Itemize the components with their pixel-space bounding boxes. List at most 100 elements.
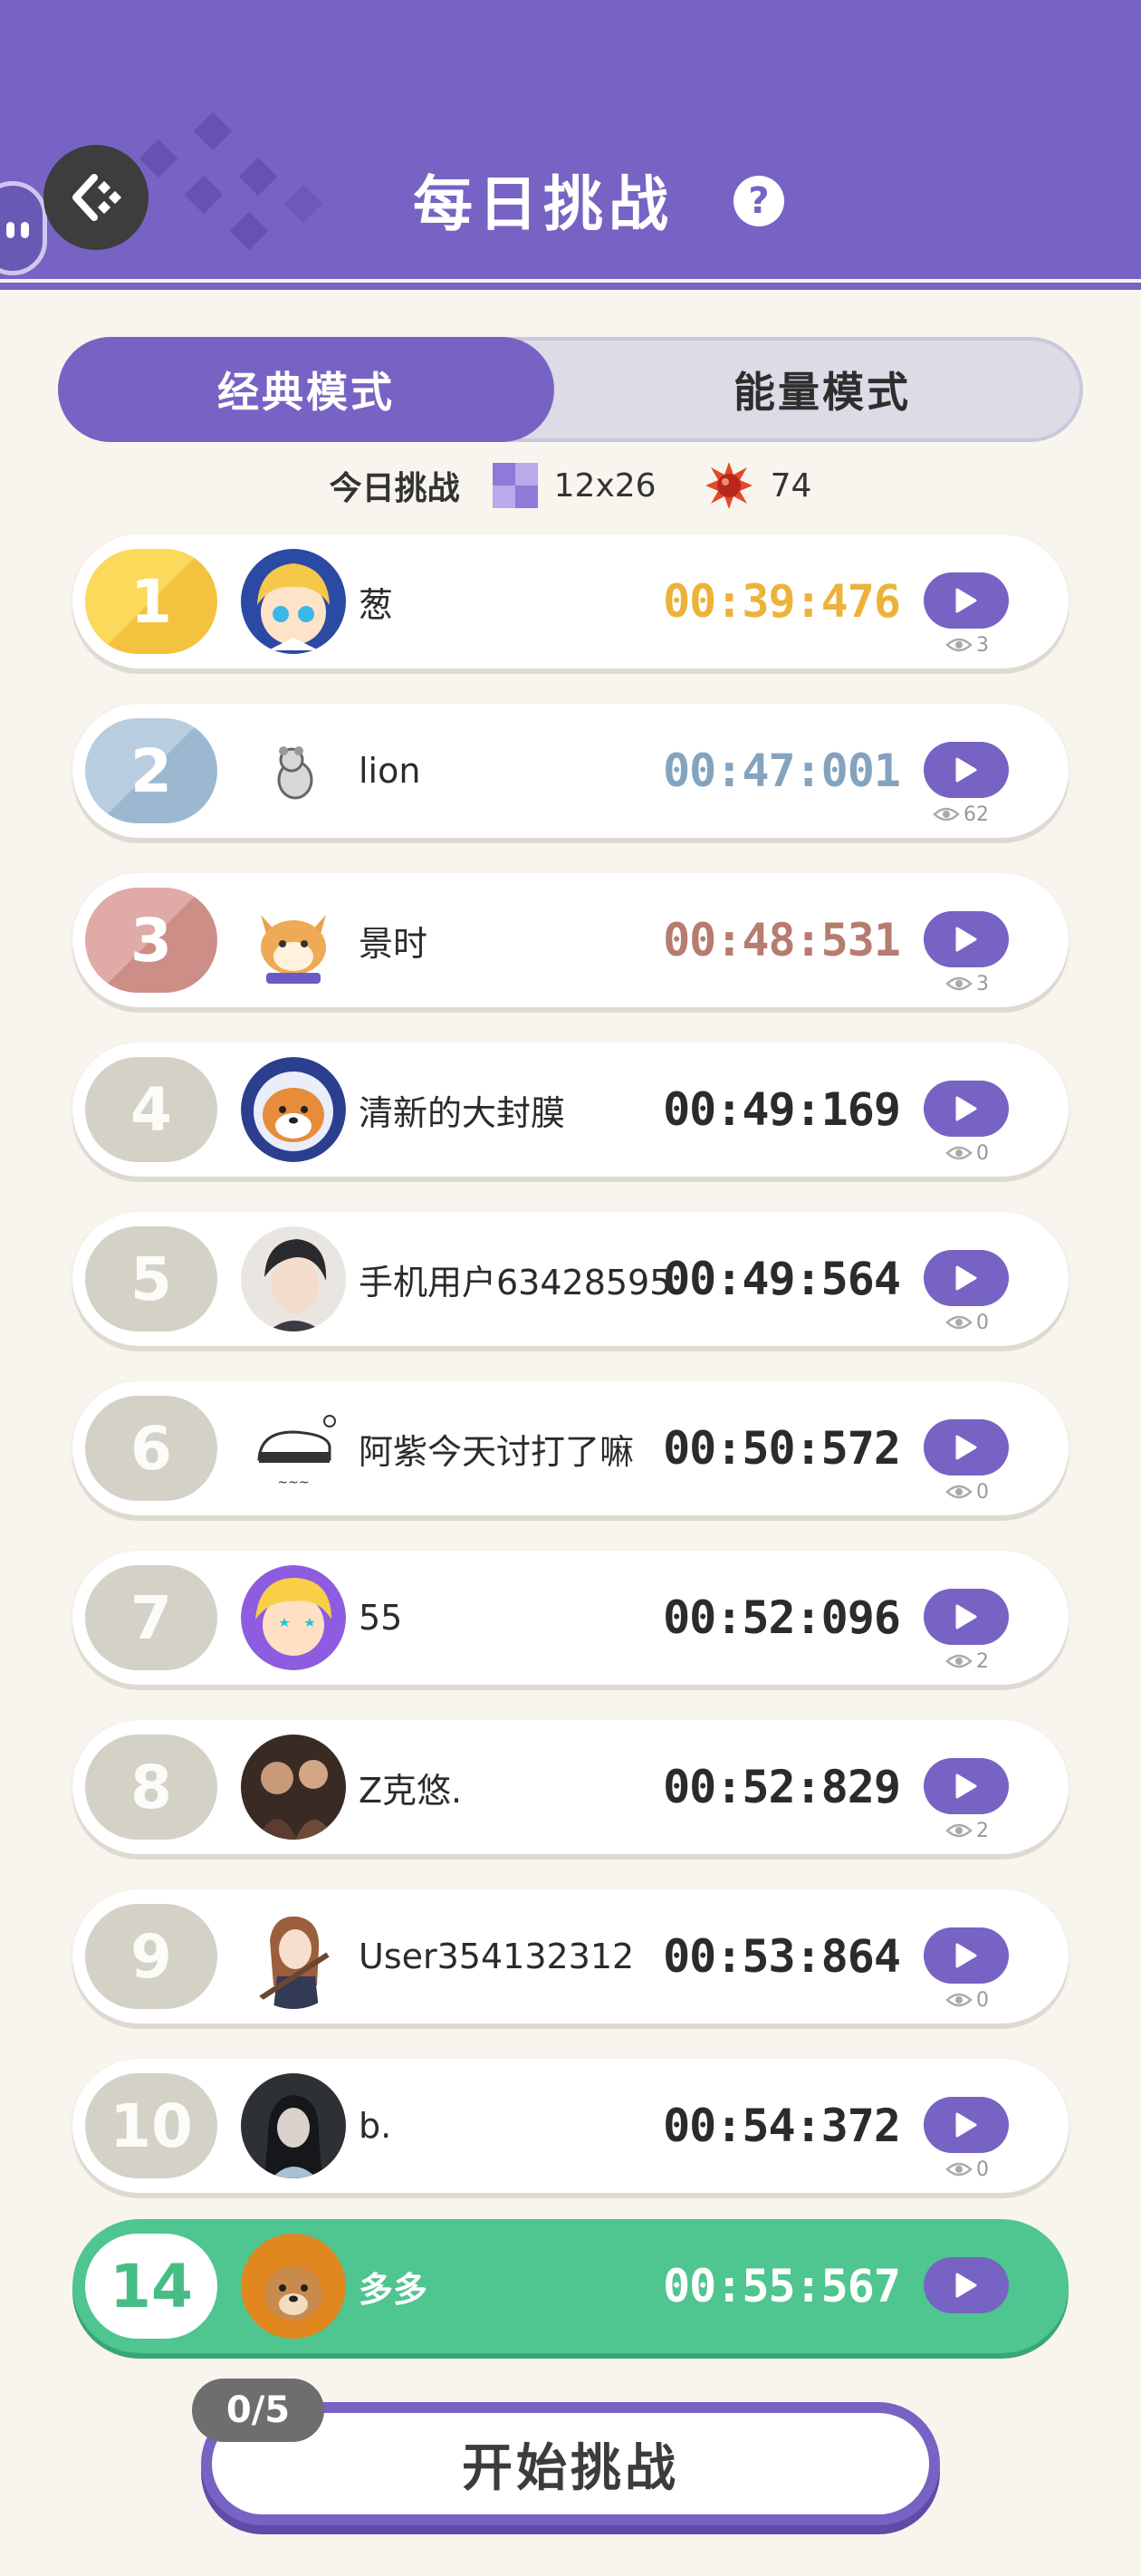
finish-time: 00:52:829 <box>663 1761 901 1813</box>
rank-badge: 3 <box>85 888 217 993</box>
tab-energy-mode[interactable]: 能量模式 <box>558 337 1087 442</box>
play-icon <box>955 1943 977 1968</box>
rank-badge: 5 <box>85 1226 217 1331</box>
avatar <box>241 1226 346 1331</box>
eye-icon <box>945 2162 973 2177</box>
view-count: 0 <box>945 1987 989 2013</box>
finish-time: 00:53:864 <box>663 1930 901 1983</box>
avatar <box>241 2234 346 2339</box>
eye-icon <box>945 1993 973 2007</box>
avatar <box>241 2073 346 2178</box>
leaderboard-row[interactable]: 3 景时 00:48:531 3 <box>72 873 1069 1007</box>
eye-icon <box>945 976 973 991</box>
player-name: 多多 <box>359 2269 428 2310</box>
leaderboard-row[interactable]: 5 手机用户63428595 00:49:564 0 <box>72 1212 1069 1346</box>
play-icon <box>955 1604 977 1629</box>
avatar: ~~~ <box>241 1396 346 1501</box>
today-challenge-info: 今日挑战 12x26 74 <box>0 457 1141 514</box>
view-count: 0 <box>945 1479 989 1504</box>
leaderboard-row[interactable]: 6 ~~~ 阿紫今天讨打了嘛 00:50:572 0 <box>72 1381 1069 1515</box>
header-bar: 每日挑战 ? <box>0 0 1141 279</box>
view-count: 0 <box>945 1140 989 1166</box>
leaderboard-row[interactable]: 9 User354132312 00:53:864 0 <box>72 1889 1069 2023</box>
play-replay-button[interactable] <box>924 742 1009 798</box>
view-count-value: 0 <box>976 2158 989 2181</box>
page-title: 每日挑战 <box>413 169 674 239</box>
player-name: Z克悠. <box>359 1770 463 1811</box>
play-replay-button[interactable] <box>924 911 1009 967</box>
play-replay-button[interactable] <box>924 1419 1009 1475</box>
player-name: 手机用户63428595 <box>359 1262 672 1302</box>
attempts-badge: 0/5 <box>192 2379 324 2442</box>
player-name: b. <box>359 2106 392 2146</box>
play-replay-button[interactable] <box>924 2257 1009 2313</box>
header-divider <box>0 283 1141 290</box>
view-count-value: 0 <box>976 1311 989 1334</box>
eye-icon <box>945 1654 973 1668</box>
play-replay-button[interactable] <box>924 1250 1009 1306</box>
view-count-value: 3 <box>976 972 989 995</box>
rank-badge: 9 <box>85 1904 217 2009</box>
eye-icon <box>945 638 973 652</box>
rank-badge: 4 <box>85 1057 217 1162</box>
player-name: 55 <box>359 1598 403 1638</box>
board-size: 12x26 <box>553 466 657 505</box>
help-icon[interactable]: ? <box>734 176 784 226</box>
leaderboard-row[interactable]: 7 55 00:52:096 2 <box>72 1551 1069 1685</box>
play-replay-button[interactable] <box>924 1589 1009 1645</box>
mine-count: 74 <box>770 466 812 505</box>
mode-tabs: 经典模式 能量模式 <box>58 337 1083 442</box>
finish-time: 00:50:572 <box>663 1422 901 1475</box>
play-icon <box>955 1435 977 1460</box>
play-icon <box>955 2273 977 2298</box>
view-count: 0 <box>945 2157 989 2182</box>
view-count-value: 3 <box>976 633 989 657</box>
tab-classic-mode[interactable]: 经典模式 <box>58 337 554 442</box>
finish-time: 00:48:531 <box>663 914 901 966</box>
play-icon <box>955 757 977 783</box>
play-replay-button[interactable] <box>924 1758 1009 1814</box>
board-grid-icon <box>492 463 538 508</box>
eye-icon <box>945 1315 973 1330</box>
play-icon <box>955 588 977 613</box>
leaderboard-row[interactable]: 1 葱 00:39:476 3 <box>72 534 1069 668</box>
avatar <box>241 1057 346 1162</box>
eye-icon <box>933 807 960 822</box>
player-name: 清新的大封膜 <box>359 1092 566 1133</box>
eye-icon <box>945 1823 973 1838</box>
play-replay-button[interactable] <box>924 1081 1009 1137</box>
view-count: 0 <box>945 1310 989 1335</box>
avatar <box>241 1904 346 2009</box>
rank-badge: 6 <box>85 1396 217 1501</box>
rank-badge: 10 <box>85 2073 217 2178</box>
rank-badge: 1 <box>85 549 217 654</box>
avatar <box>241 549 346 654</box>
player-name: lion <box>359 751 421 791</box>
eye-icon <box>945 1485 973 1499</box>
play-icon <box>955 1773 977 1799</box>
view-count: 62 <box>933 802 989 827</box>
finish-time: 00:47:001 <box>663 745 901 797</box>
mine-icon <box>705 462 753 509</box>
finish-time: 00:49:169 <box>663 1083 901 1136</box>
rank-badge: 2 <box>85 718 217 823</box>
play-replay-button[interactable] <box>924 572 1009 629</box>
view-count-value: 0 <box>976 1480 989 1504</box>
play-icon <box>955 1265 977 1291</box>
today-challenge-label: 今日挑战 <box>329 470 460 507</box>
eye-icon <box>945 1146 973 1160</box>
leaderboard-row[interactable]: 4 清新的大封膜 00:49:169 0 <box>72 1043 1069 1177</box>
my-rank-row[interactable]: 14 多多 00:55:567 <box>72 2219 1069 2353</box>
svg-text:~~~: ~~~ <box>277 1475 309 1490</box>
leaderboard-row[interactable]: 2 lion 00:47:001 62 <box>72 704 1069 838</box>
view-count: 2 <box>945 1648 989 1674</box>
avatar <box>241 888 346 993</box>
leaderboard-row[interactable]: 10 b. 00:54:372 0 <box>72 2059 1069 2193</box>
play-icon <box>955 2112 977 2138</box>
finish-time: 00:52:096 <box>663 1591 901 1644</box>
leaderboard-row[interactable]: 8 Z克悠. 00:52:829 2 <box>72 1720 1069 1854</box>
play-replay-button[interactable] <box>924 1927 1009 1984</box>
play-replay-button[interactable] <box>924 2097 1009 2153</box>
player-name: 景时 <box>359 923 428 964</box>
finish-time: 00:55:567 <box>663 2260 901 2312</box>
